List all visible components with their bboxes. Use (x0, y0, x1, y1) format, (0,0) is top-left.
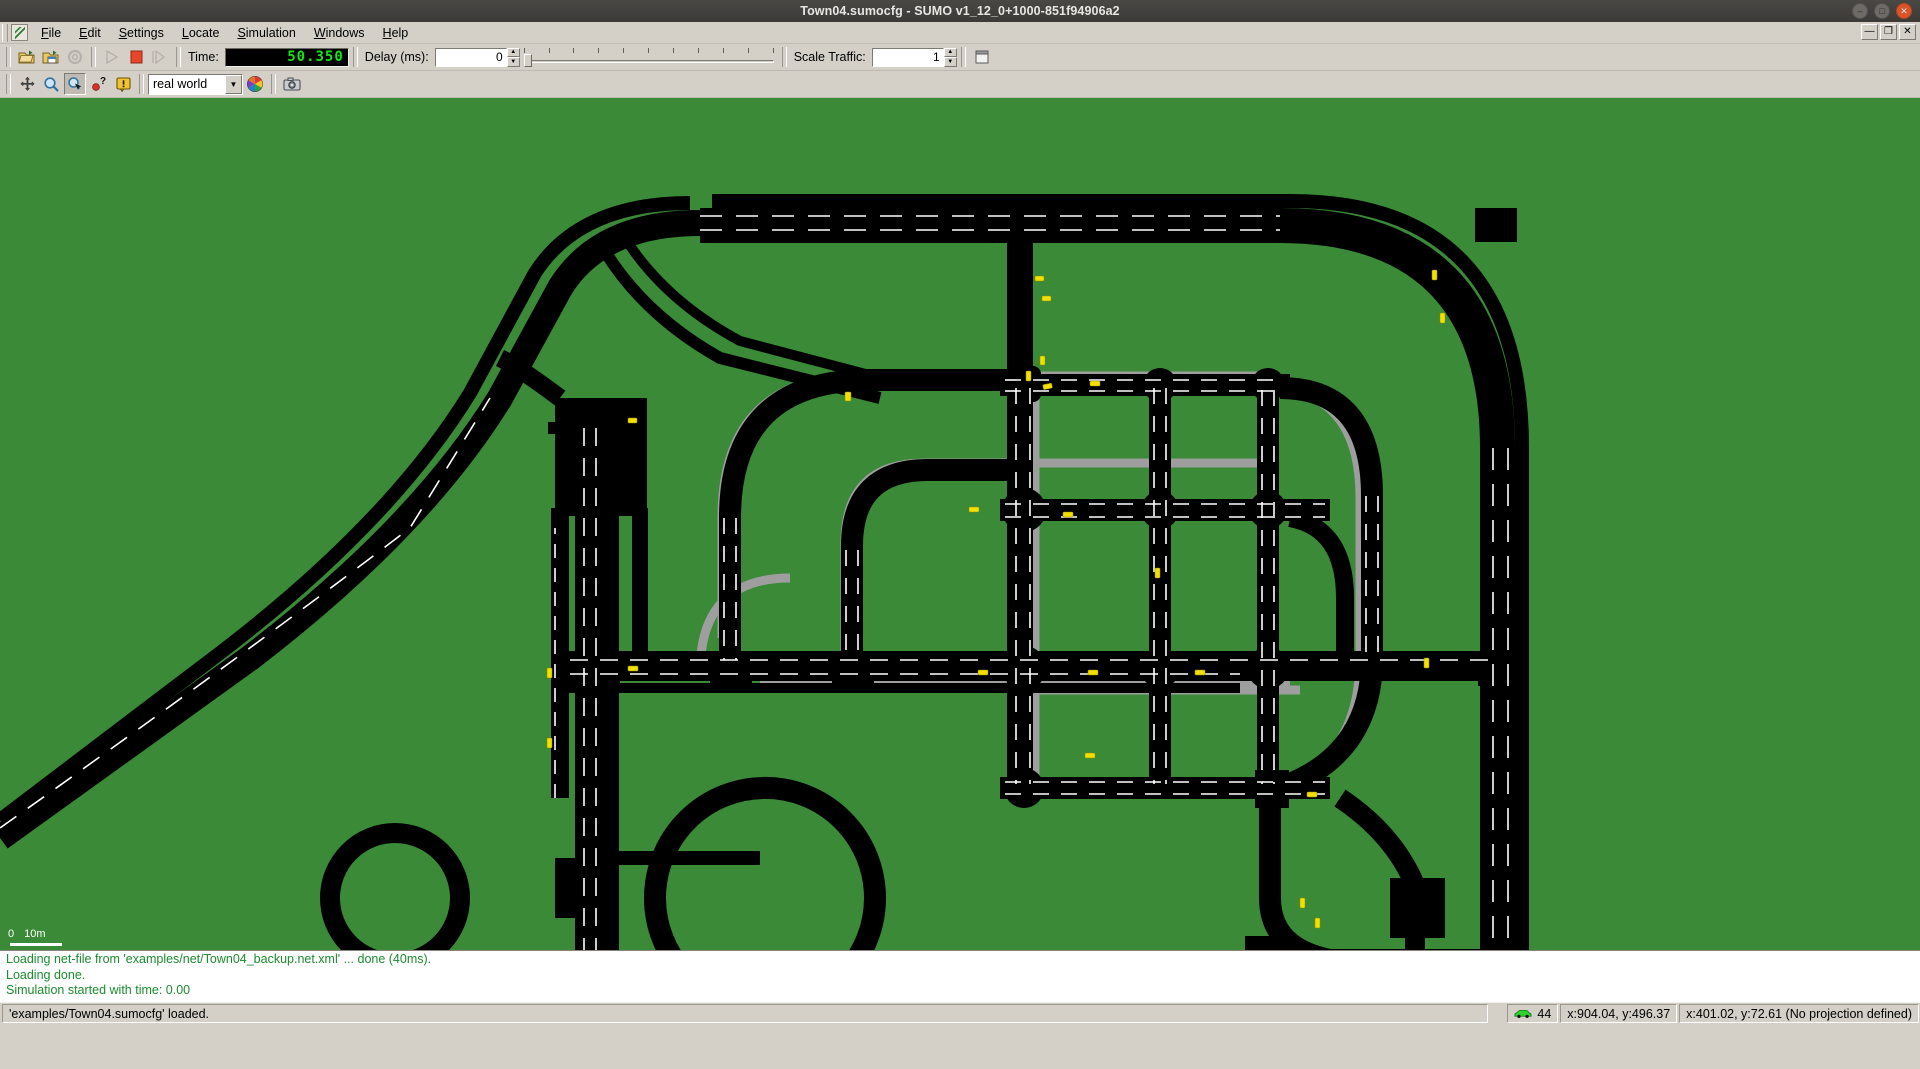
svg-text:?: ? (100, 76, 106, 87)
play-icon[interactable] (101, 46, 123, 68)
geo-coordinates: x:401.02, y:72.61 (No projection defined… (1679, 1004, 1919, 1023)
camera-snapshot-icon[interactable] (281, 73, 303, 95)
delay-slider[interactable] (523, 46, 774, 68)
projection-combo-value: real world (153, 77, 208, 91)
scale-traffic-input[interactable]: 1 (871, 47, 944, 67)
menu-simulation[interactable]: Simulation (228, 24, 304, 42)
scale-traffic-stepper-up[interactable]: ▲ (943, 47, 957, 57)
time-display: 50.350 (224, 47, 349, 67)
menu-edit[interactable]: Edit (70, 24, 110, 42)
scale-traffic-stepper-down[interactable]: ▼ (943, 57, 957, 67)
network-canvas[interactable]: 0 10m (0, 98, 1920, 950)
log-line: Loading net-file from 'examples/net/Town… (6, 952, 432, 966)
scale-bar-line (10, 943, 62, 946)
delay-stepper-down[interactable]: ▼ (506, 57, 520, 67)
menubar-grip[interactable] (2, 23, 8, 42)
time-label: Time: (188, 50, 219, 64)
status-gap (1490, 1003, 1506, 1024)
scale-bar-length: 10m (24, 928, 46, 940)
menu-locate[interactable]: Locate (173, 24, 229, 42)
toolbar-grip-1[interactable] (6, 47, 11, 67)
delay-input[interactable]: 0 (434, 47, 507, 67)
menu-bar: File Edit Settings Locate Simulation Win… (0, 22, 1920, 44)
delay-slider-knob[interactable] (523, 54, 532, 67)
window-close-button[interactable]: ✕ (1896, 3, 1912, 19)
vehicle-count-cell: 44 (1507, 1004, 1559, 1023)
color-wheel-icon[interactable] (244, 73, 266, 95)
menu-help[interactable]: Help (374, 24, 418, 42)
delay-slider-track[interactable] (523, 60, 774, 63)
window-maximize-button[interactable]: □ (1874, 3, 1890, 19)
title-bar: Town04.sumocfg - SUMO v1_12_0+1000-851f9… (0, 0, 1920, 22)
scale-traffic-stepper[interactable]: ▲ ▼ (943, 47, 957, 67)
delay-stepper[interactable]: ▲ ▼ (506, 47, 520, 67)
vehicle-count-value: 44 (1537, 1006, 1552, 1021)
scale-bar: 0 10m (8, 928, 62, 946)
log-line: Loading done. (6, 967, 86, 982)
delay-slider-ticks (523, 48, 774, 55)
menu-windows[interactable]: Windows (305, 24, 374, 42)
time-value: 50.350 (287, 49, 344, 65)
toolbar-sep-3 (352, 47, 358, 67)
projection-combo[interactable]: real world ▼ (148, 73, 243, 95)
time-window-icon[interactable] (971, 46, 993, 68)
toolbar-sep-6 (139, 74, 144, 94)
toolbar-sep-1 (91, 47, 96, 67)
reload-icon[interactable] (64, 46, 86, 68)
vehicle-count-icon (1514, 1009, 1532, 1018)
menu-file[interactable]: File (32, 24, 70, 42)
toolbar-sep-7 (271, 74, 276, 94)
chevron-down-icon[interactable]: ▼ (225, 74, 242, 94)
stop-icon[interactable] (125, 46, 147, 68)
toolbar-sep-5 (960, 47, 966, 67)
mdi-window-controls: — ❐ ✕ (1861, 24, 1916, 40)
network-coordinates: x:904.04, y:496.37 (1560, 1004, 1678, 1023)
window-title: Town04.sumocfg - SUMO v1_12_0+1000-851f9… (800, 4, 1120, 18)
toolbar-sep-4 (781, 47, 787, 67)
status-message: 'examples/Town04.sumocfg' loaded. (2, 1004, 1489, 1023)
toolbar-grip-2[interactable] (6, 74, 11, 94)
scale-bar-zero: 0 (8, 928, 15, 940)
mdi-restore-button[interactable]: ❐ (1880, 24, 1897, 40)
menu-settings[interactable]: Settings (110, 24, 173, 42)
window-minimize-button[interactable]: – (1852, 3, 1868, 19)
toolbar-sep-2 (176, 47, 181, 67)
main-toolbar: Time: 50.350 Delay (ms): 0 ▲ ▼ Scale Tra… (0, 44, 1920, 71)
step-icon[interactable] (149, 46, 171, 68)
status-bar: 'examples/Town04.sumocfg' loaded. 44 x:9… (0, 1002, 1920, 1024)
mdi-minimize-button[interactable]: — (1861, 24, 1878, 40)
log-line: Simulation started with time: 0.00 (6, 983, 191, 997)
open-recent-icon[interactable] (40, 46, 62, 68)
delay-stepper-up[interactable]: ▲ (506, 47, 520, 57)
open-file-icon[interactable] (16, 46, 38, 68)
window-controls: – □ ✕ (1852, 3, 1912, 19)
select-cursor-icon[interactable] (64, 73, 86, 95)
mdi-close-button[interactable]: ✕ (1899, 24, 1916, 40)
help-balloon-icon[interactable]: ? (88, 73, 110, 95)
sumo-app-icon (11, 24, 28, 41)
pan-move-icon[interactable] (16, 73, 38, 95)
scale-traffic-label: Scale Traffic: (793, 50, 866, 64)
warning-balloon-icon[interactable] (112, 73, 134, 95)
network-drawing[interactable] (0, 98, 1920, 950)
zoom-magnifier-icon[interactable] (40, 73, 62, 95)
view-toolbar: ? real world ▼ (0, 71, 1920, 98)
message-log-panel[interactable]: Loading net-file from 'examples/net/Town… (0, 950, 1920, 1002)
delay-label: Delay (ms): (364, 50, 429, 64)
